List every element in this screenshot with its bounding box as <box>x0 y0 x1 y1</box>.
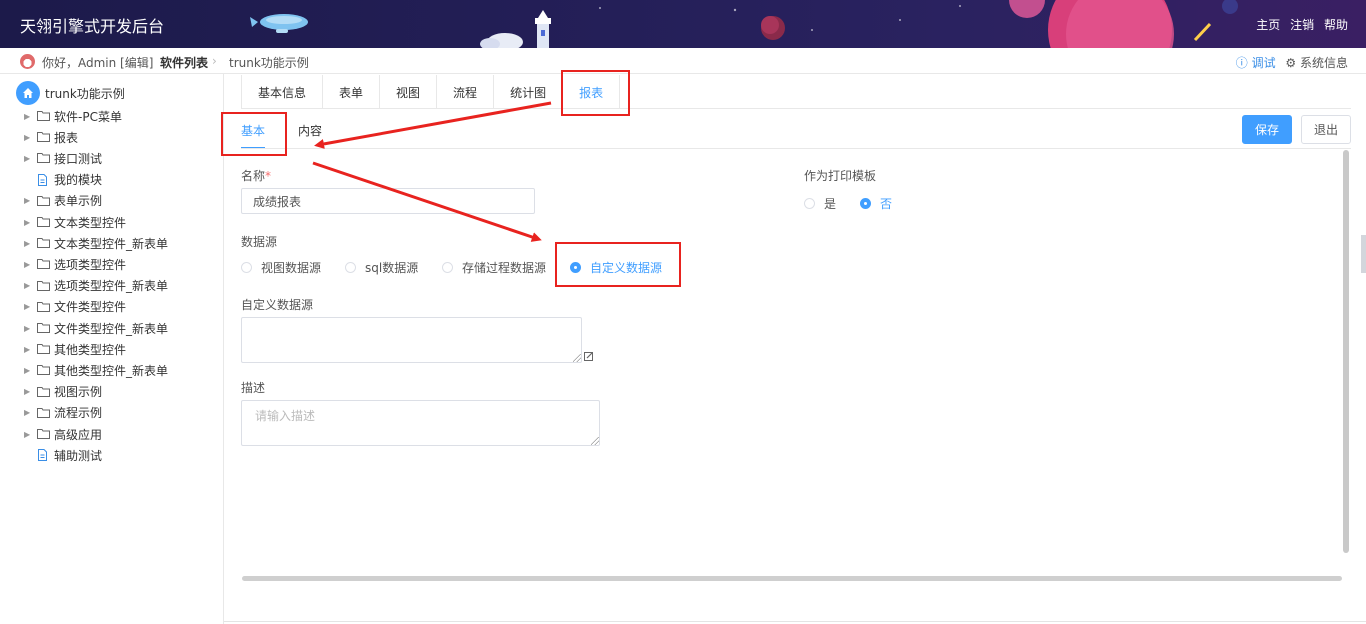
annotation-arrows <box>312 101 552 242</box>
